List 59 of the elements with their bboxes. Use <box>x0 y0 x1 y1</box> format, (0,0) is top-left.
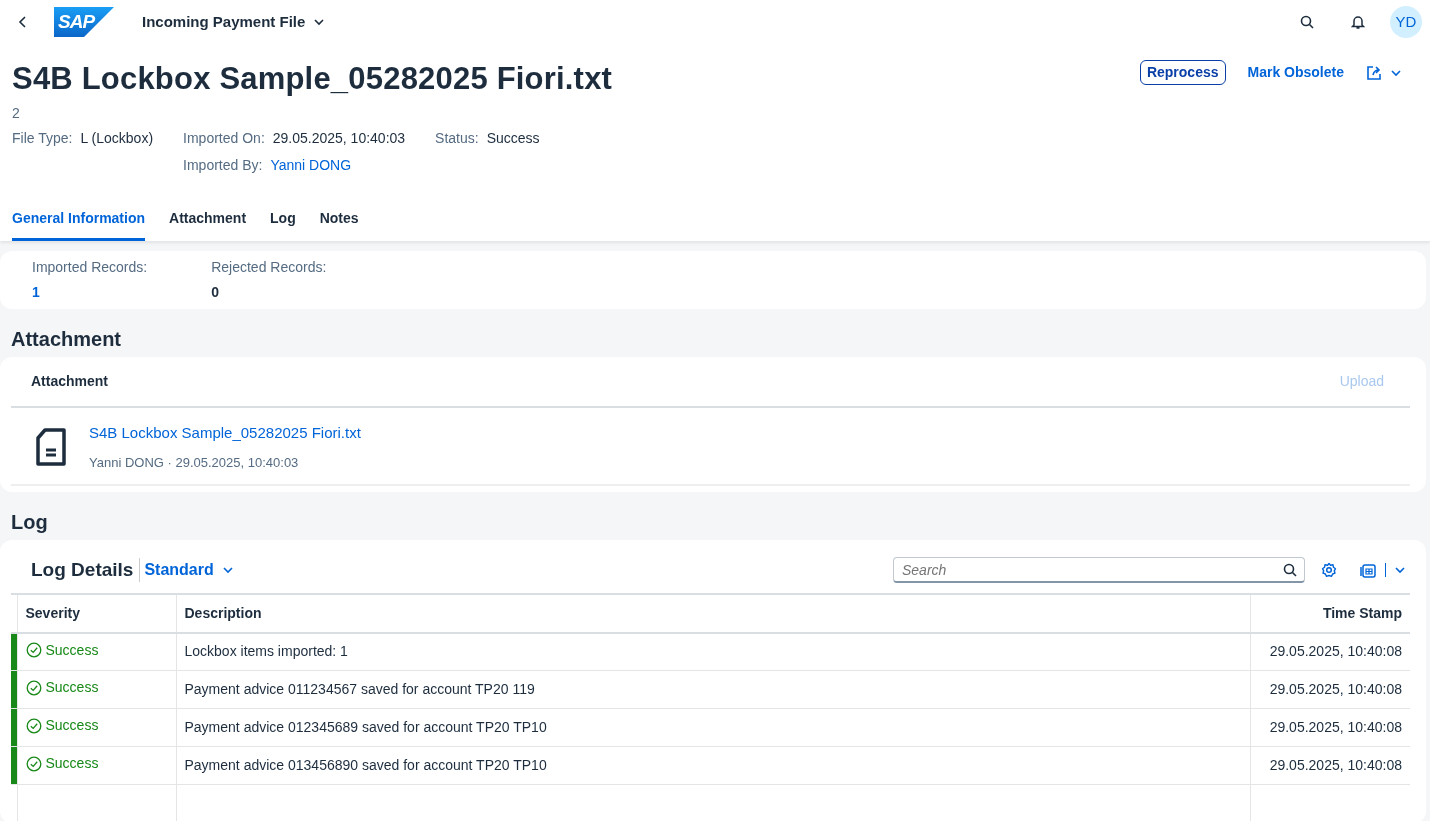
export-icon[interactable] <box>1359 562 1377 579</box>
column-header: Severity <box>17 594 176 633</box>
bell-icon[interactable] <box>1351 14 1365 30</box>
search-icon[interactable] <box>1300 15 1314 29</box>
avatar[interactable]: YD <box>1390 6 1422 38</box>
check-circle-icon <box>25 642 42 659</box>
app-title[interactable]: Incoming Payment File <box>142 10 306 34</box>
table-cell: 29.05.2025, 10:40:08 <box>1250 708 1410 747</box>
file-meta: Yanni DONG · 29.05.2025, 10:40:03 <box>89 453 300 472</box>
attribute-value: 29.05.2025, 10:40:03 <box>272 129 406 149</box>
check-circle-icon <box>25 717 42 734</box>
column-header: Time Stamp <box>1250 594 1410 633</box>
action-button[interactable]: Reprocess <box>1139 60 1226 85</box>
table-cell: Payment advice 012345689 saved for account TP20 TP10 <box>176 708 1250 747</box>
settings-icon[interactable] <box>1321 562 1337 579</box>
check-circle-icon <box>25 755 42 772</box>
chevron-down-icon[interactable] <box>313 16 326 28</box>
field-label: Rejected Records: <box>211 258 327 278</box>
section-heading: Attachment <box>10 327 122 353</box>
table-cell: 29.05.2025, 10:40:08 <box>1250 746 1410 785</box>
table-cell: Payment advice 013456890 saved for account TP20 TP10 <box>176 746 1250 785</box>
search-field[interactable]: Search <box>893 557 1305 584</box>
subtitle: 2 <box>12 104 21 124</box>
search-icon[interactable] <box>1283 563 1297 578</box>
action-button[interactable]: Mark Obsolete <box>1241 60 1350 85</box>
table-cell: 29.05.2025, 10:40:08 <box>1250 632 1410 671</box>
table-cell: 29.05.2025, 10:40:08 <box>1250 670 1410 709</box>
table-cell: Lockbox items imported: 1 <box>176 632 1250 671</box>
field-value: 0 <box>211 283 220 303</box>
file-link[interactable]: S4B Lockbox Sample_05282025 Fiori.txt <box>89 422 361 445</box>
field-label: Imported Records: <box>32 258 148 278</box>
document-icon <box>35 428 67 467</box>
share-icon[interactable] <box>1366 64 1382 81</box>
field-link[interactable]: 1 <box>32 282 148 304</box>
attribute-label: Imported By: <box>183 156 263 176</box>
severity-status: Success <box>45 716 99 736</box>
tab[interactable]: Attachment <box>169 198 247 242</box>
logo: SAP <box>54 7 114 37</box>
severity-status: Success <box>45 678 99 698</box>
attribute-value: Success <box>486 129 540 149</box>
variant-select[interactable]: Standard <box>139 558 238 583</box>
tab[interactable]: General Information <box>12 198 146 242</box>
tab[interactable]: Notes <box>319 198 359 242</box>
page-title: S4B Lockbox Sample_05282025 Fiori.txt <box>12 60 614 98</box>
attribute-label: File Type: <box>12 129 73 149</box>
severity-status: Success <box>45 754 99 774</box>
card-title: Attachment <box>31 372 109 392</box>
attribute-label: Imported On: <box>183 129 265 149</box>
check-circle-icon <box>25 679 42 696</box>
attribute-label: Status: <box>435 129 479 149</box>
attribute-link[interactable]: Yanni DONG <box>270 155 352 177</box>
attribute-value: L (Lockbox) <box>80 129 154 149</box>
tab[interactable]: Log <box>270 198 296 242</box>
table-title: Log Details <box>31 558 134 583</box>
back-icon[interactable] <box>18 15 28 29</box>
table-cell: Payment advice 011234567 saved for account TP20 119 <box>176 670 1250 709</box>
severity-status: Success <box>45 640 99 660</box>
section-heading: Log <box>10 510 49 536</box>
column-header: Description <box>176 594 1250 633</box>
